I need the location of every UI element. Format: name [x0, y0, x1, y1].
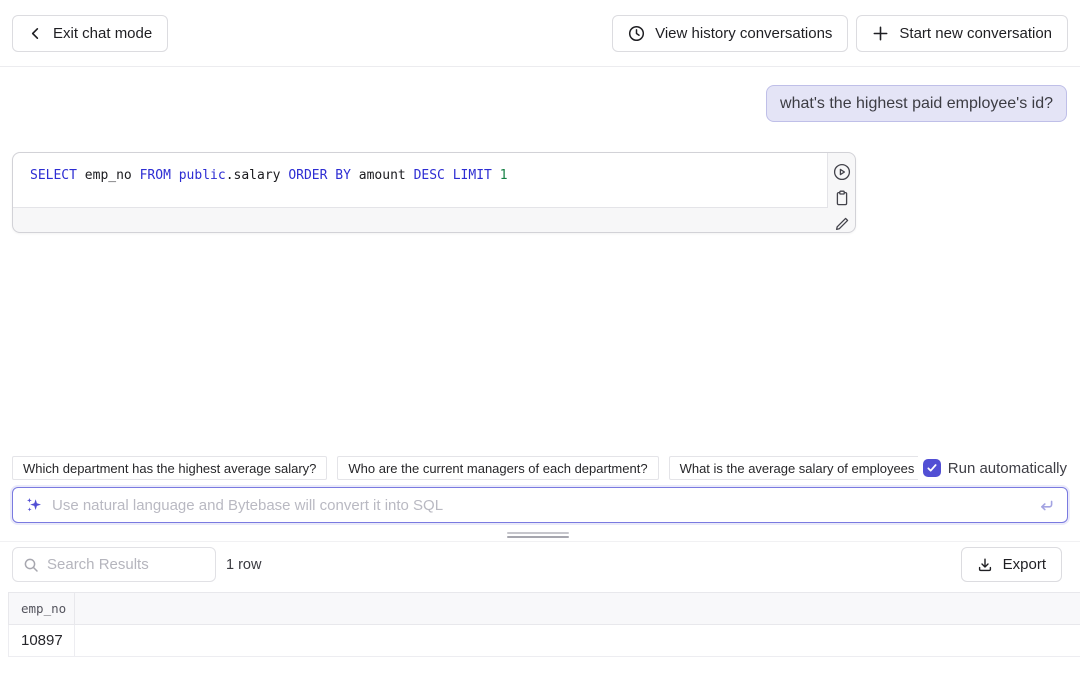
topbar: Exit chat mode View history conversation… [0, 0, 1080, 67]
sql-token: ORDER BY [288, 168, 351, 183]
results-panel-divider [0, 541, 1080, 542]
suggestion-chip[interactable]: Who are the current managers of each dep… [337, 456, 658, 480]
pencil-icon [834, 216, 850, 232]
sql-result-card: SELECT emp_no FROM public.salary ORDER B… [12, 152, 856, 233]
prompt-input[interactable] [52, 497, 1029, 514]
chat-sql-page: Exit chat mode View history conversation… [0, 0, 1080, 683]
sql-card-actions [833, 163, 851, 233]
user-message-text: what's the highest paid employee's id? [780, 95, 1053, 113]
edit-sql-button[interactable] [833, 215, 851, 233]
sql-token: emp_no [77, 168, 140, 183]
plus-icon [872, 25, 889, 42]
search-results-input[interactable] [47, 556, 205, 573]
sql-token: 1 [500, 168, 508, 183]
check-icon [926, 462, 938, 474]
clock-icon [628, 25, 645, 42]
results-table-body: 10897 [8, 625, 1080, 657]
run-automatically-checkbox[interactable] [923, 459, 941, 477]
sql-token: salary [234, 168, 289, 183]
clipboard-icon [834, 190, 850, 206]
sql-token: . [226, 168, 234, 183]
panel-resize-grip[interactable] [507, 532, 569, 538]
sql-token: public [179, 168, 226, 183]
prompt-input-wrap [12, 487, 1068, 523]
sql-token: amount [351, 168, 414, 183]
download-icon [977, 557, 993, 573]
chevron-left-icon [28, 26, 43, 41]
sql-code: SELECT emp_no FROM public.salary ORDER B… [13, 153, 828, 208]
sql-token: LIMIT [453, 168, 492, 183]
results-table-header: emp_no [8, 592, 1080, 625]
sql-token [445, 168, 453, 183]
column-header: emp_no [9, 593, 75, 624]
run-automatically-label: Run automatically [948, 460, 1067, 477]
suggestion-chip[interactable]: What is the average salary of employees [669, 456, 918, 480]
sql-token [492, 168, 500, 183]
suggestion-chips: Which department has the highest average… [12, 456, 918, 481]
exit-chat-mode-button[interactable]: Exit chat mode [12, 15, 168, 52]
sql-token: DESC [414, 168, 445, 183]
table-cell: 10897 [9, 625, 75, 656]
export-button[interactable]: Export [961, 547, 1062, 582]
exit-chat-mode-label: Exit chat mode [53, 25, 152, 42]
user-message-bubble: what's the highest paid employee's id? [766, 85, 1067, 122]
start-new-conversation-button[interactable]: Start new conversation [856, 15, 1068, 52]
table-row[interactable]: 10897 [8, 625, 1080, 657]
sql-token [171, 168, 179, 183]
play-circle-icon [833, 163, 851, 181]
run-sql-button[interactable] [833, 163, 851, 181]
start-new-conversation-label: Start new conversation [899, 25, 1052, 42]
suggestion-chip[interactable]: Which department has the highest average… [12, 456, 327, 480]
copy-sql-button[interactable] [833, 189, 851, 207]
view-history-label: View history conversations [655, 25, 832, 42]
sparkles-icon [25, 496, 43, 514]
search-results-box [12, 547, 216, 582]
enter-return-icon [1038, 497, 1055, 514]
export-label: Export [1003, 556, 1046, 573]
sql-token: SELECT [30, 168, 77, 183]
search-icon [23, 557, 39, 573]
row-count: 1 row [226, 547, 261, 582]
run-automatically: Run automatically [923, 457, 1067, 479]
sql-token: FROM [140, 168, 171, 183]
view-history-button[interactable]: View history conversations [612, 15, 848, 52]
